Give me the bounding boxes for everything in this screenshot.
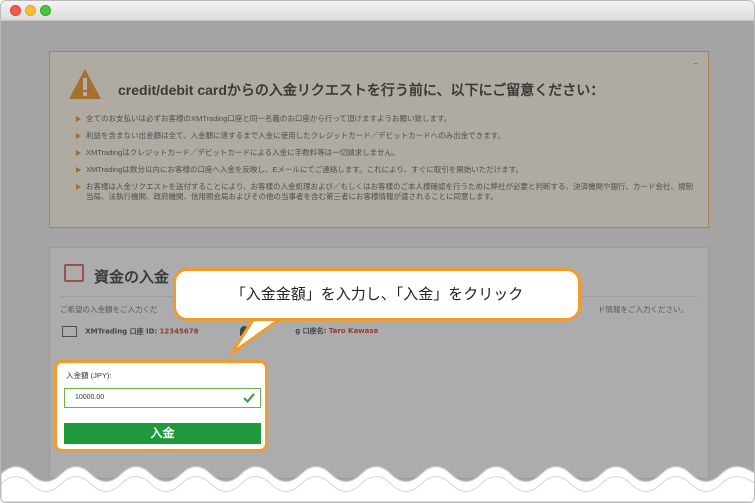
amount-label: 入金額 (JPY): — [66, 371, 112, 380]
callout-text: 「入金金額」を入力し、「入金」をクリック — [230, 285, 524, 303]
amount-input[interactable]: 10000.00 — [64, 388, 261, 408]
amount-value: 10000.00 — [75, 394, 105, 401]
minimize-window-button[interactable] — [25, 5, 36, 16]
callout-tail — [229, 316, 284, 356]
deposit-form: 入金額 (JPY): 10000.00 入金 — [54, 360, 268, 452]
callout-bubble: 「入金金額」を入力し、「入金」をクリック — [173, 268, 581, 321]
deposit-button[interactable]: 入金 — [64, 423, 261, 444]
check-icon — [243, 393, 255, 404]
maximize-window-button[interactable] — [40, 5, 51, 16]
title-bar — [1, 1, 754, 21]
close-window-button[interactable] — [10, 5, 21, 16]
torn-edge — [1, 465, 754, 502]
browser-window: credit/debit cardからの入金リクエストを行う前に、以下にご留意く… — [0, 0, 755, 503]
